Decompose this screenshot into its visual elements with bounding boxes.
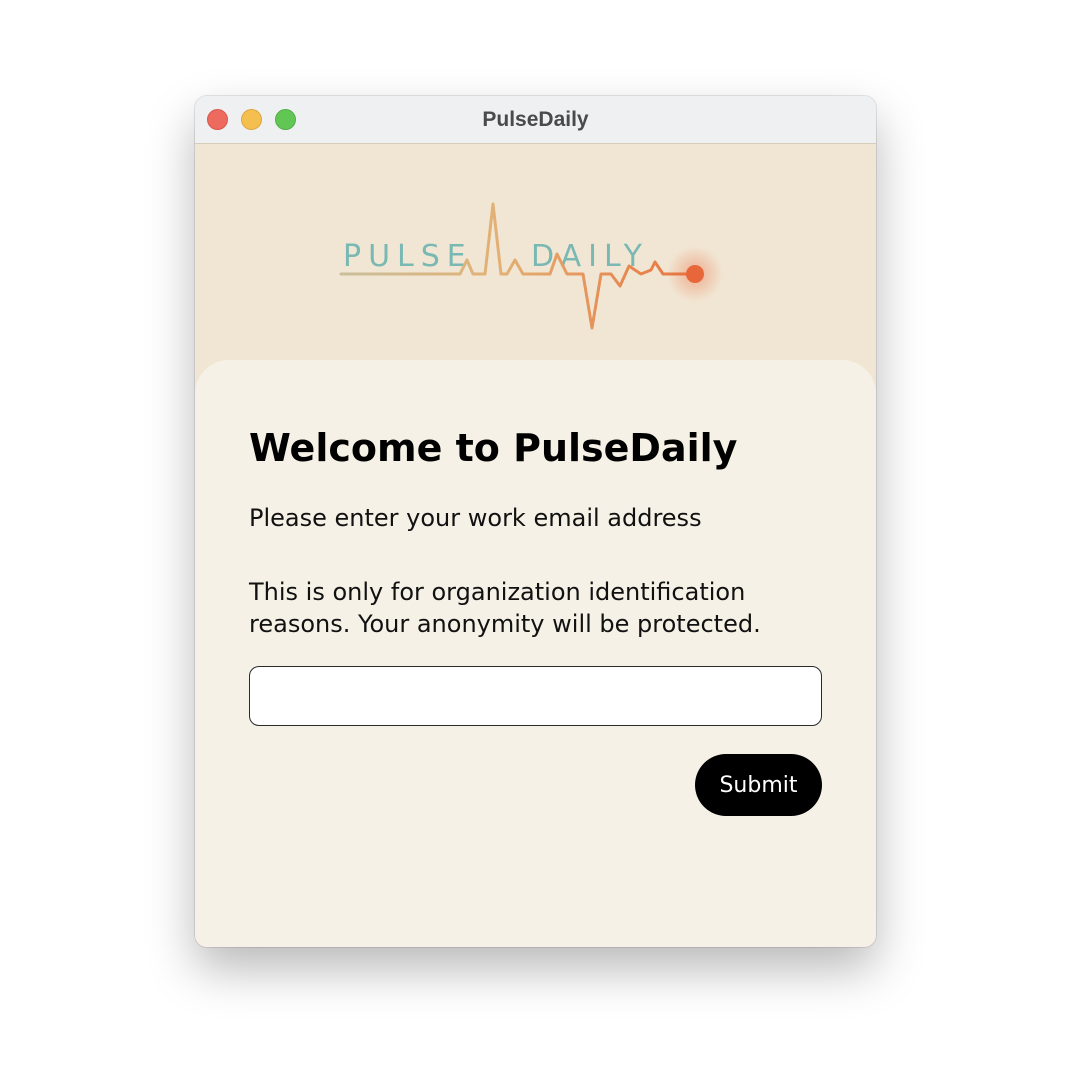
app-window: PulseDaily PULSE DAILY Welcome to PulseD… [195,96,876,947]
logo-word-pulse: PULSE [343,239,473,274]
submit-button[interactable]: Submit [695,754,822,816]
anonymity-notice: This is only for organization identifica… [249,578,761,638]
pulsedaily-logo: PULSE DAILY [339,202,723,330]
pulse-dot-icon [686,265,704,283]
window-title: PulseDaily [482,108,589,131]
email-field[interactable] [249,666,822,726]
page-title: Welcome to PulseDaily [249,426,738,470]
title-bar[interactable]: PulseDaily [195,96,876,144]
email-prompt: Please enter your work email address [249,504,702,532]
